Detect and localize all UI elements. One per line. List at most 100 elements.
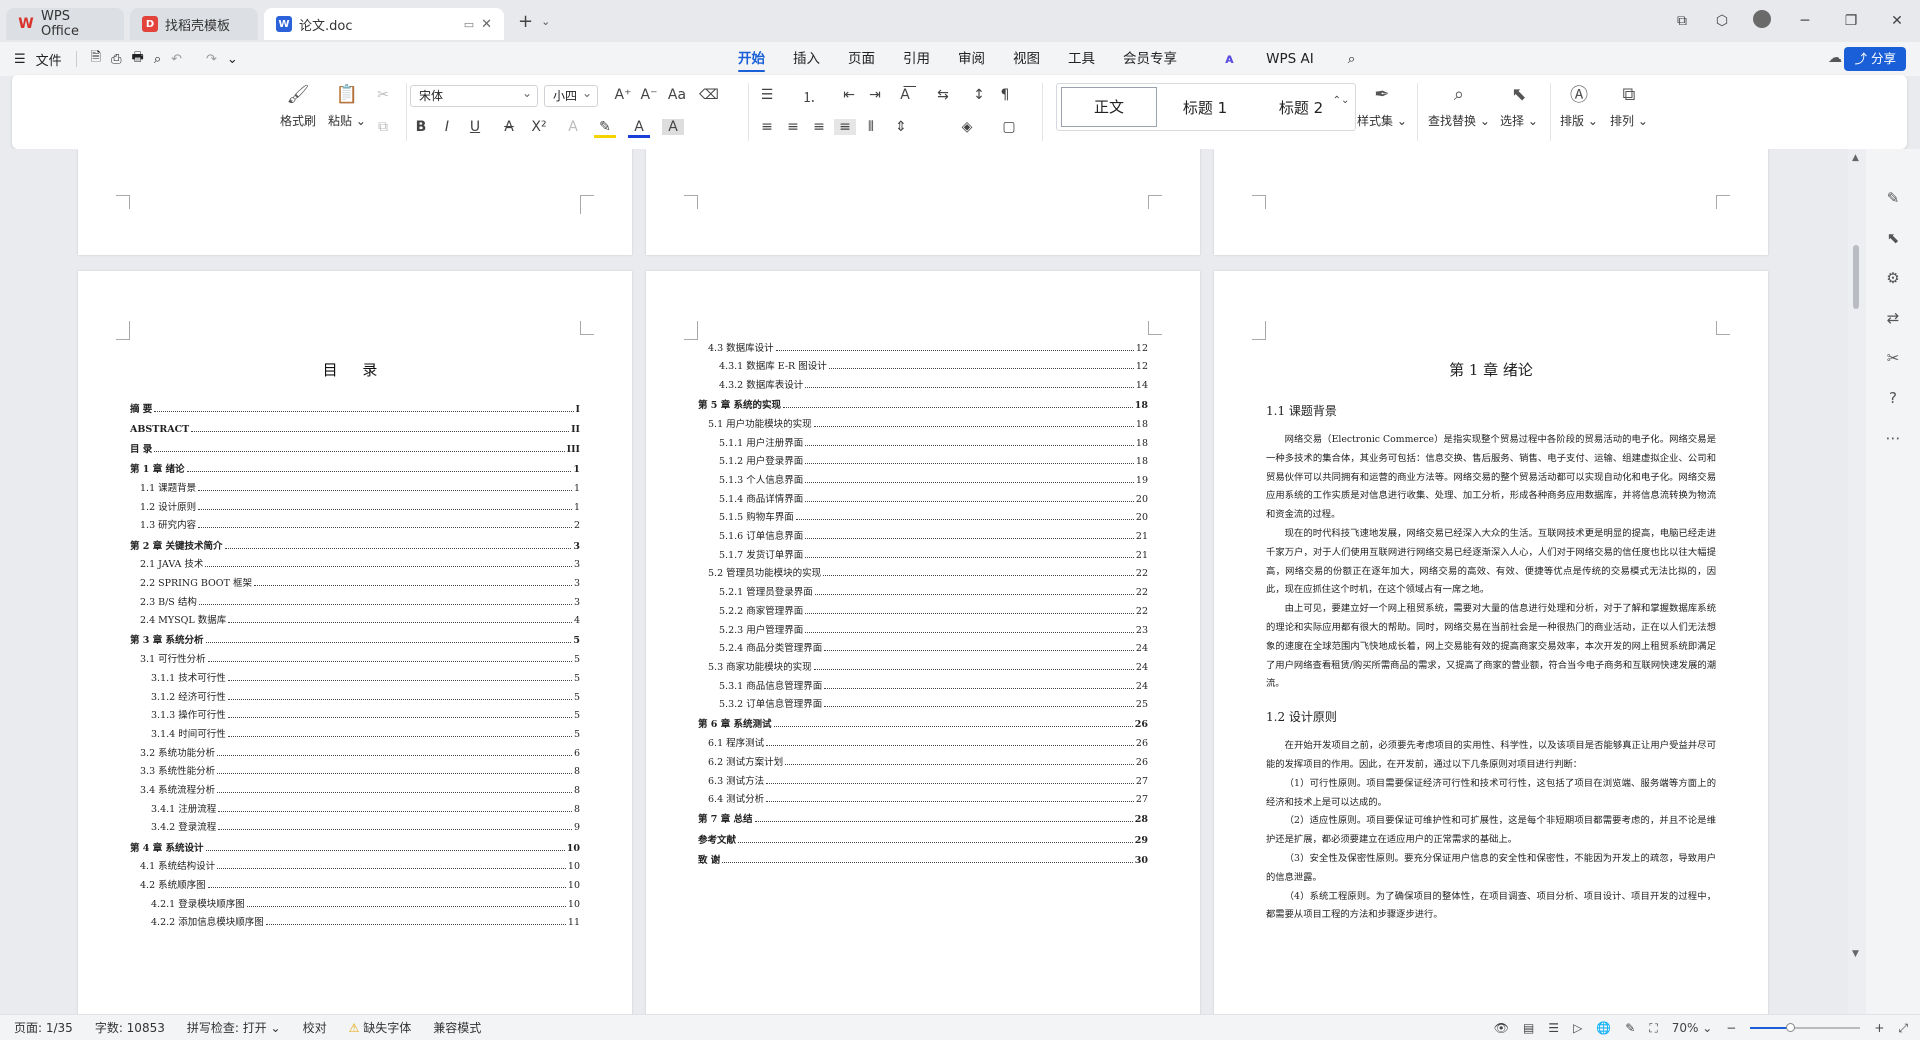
print-preview-icon[interactable]: ⌕ [154,52,161,67]
toc-entry[interactable]: 1.1 课题背景 1 [130,475,580,494]
underline-icon[interactable]: U [464,119,486,135]
decrease-indent-icon[interactable]: ⇤ [838,87,860,103]
align-left-icon[interactable]: ≡ [756,119,778,135]
tab-insert[interactable]: 插入 [779,42,834,76]
toc-entry[interactable]: 4.2 系统顺序图 10 [130,872,580,891]
toc-entry[interactable]: 5.2.2 商家管理界面 22 [698,598,1148,617]
border-icon[interactable]: ▢ [998,119,1020,135]
close-tab-icon[interactable]: ✕ [481,17,492,32]
chinese-layout-icon[interactable]: A͞ [894,87,916,103]
restore-icon[interactable]: ❐ [1828,13,1874,29]
increase-indent-icon[interactable]: ⇥ [864,87,886,103]
paste-button[interactable]: 📋 粘贴 ⌄ [328,81,366,129]
export-pdf-icon[interactable]: ⎙ [111,52,121,67]
text-direction-icon[interactable]: ⇆ [932,87,954,103]
toc-entry[interactable]: 3.1.3 操作可行性 5 [130,703,580,721]
outline-view-icon[interactable]: ☰ [1548,1021,1559,1035]
toc-entry[interactable]: 3.1 可行性分析 5 [130,646,580,665]
toc-entry[interactable]: 5.2.4 商品分类管理界面 24 [698,636,1148,654]
minimize-icon[interactable]: ─ [1782,13,1828,29]
toc-entry[interactable]: 3.2 系统功能分析 6 [130,740,580,759]
tools-icon[interactable]: ✂ [1887,349,1900,367]
word-count[interactable]: 字数: 10853 [95,1019,165,1036]
save-icon[interactable]: 🗎 [91,48,101,70]
missing-font[interactable]: ⚠ 缺失字体 [349,1019,412,1036]
bold-icon[interactable]: B [410,119,432,135]
page-count[interactable]: 页面: 1/35 [14,1019,73,1036]
cube-icon[interactable]: ⬡ [1702,13,1742,29]
cut-icon[interactable]: ✂ [372,87,394,103]
toc-entry[interactable]: 1.3 研究内容 2 [130,513,580,531]
toc-entry[interactable]: 第 1 章 绪论 1 [130,457,580,475]
new-tab-icon[interactable]: + [518,11,533,32]
justify-icon[interactable]: ≡ [834,119,856,135]
toc-entry[interactable]: 2.2 SPRING BOOT 框架 3 [130,570,580,589]
shrink-font-icon[interactable]: A⁻ [638,87,660,103]
char-shading-icon[interactable]: A [662,119,684,135]
arrange-button[interactable]: ⧉ 排列 ⌄ [1610,81,1648,129]
web-view-icon[interactable]: 🌐 [1596,1021,1611,1035]
page-view-icon[interactable]: ▤ [1523,1021,1534,1035]
toc-entry[interactable]: 4.1 系统结构设计 10 [130,854,580,872]
eye-icon[interactable]: 👁 [1494,1021,1509,1035]
document-workspace[interactable]: 目 录 摘 要 I ABSTRACT II 目 录 III 第 1 章 绪论 1 1.1 课题背… [0,149,1866,1014]
format-painter-button[interactable]: 🖌 格式刷 [280,81,316,129]
highlight-icon[interactable]: ✎ [594,119,616,138]
toc-entry[interactable]: 3.1.1 技术可行性 5 [130,665,580,684]
scrollbar-thumb[interactable] [1853,245,1859,309]
toc-entry[interactable]: 5.1.4 商品详情界面 20 [698,486,1148,505]
tab-review[interactable]: 审阅 [944,42,999,76]
chevron-down-icon[interactable]: ⌄ [541,15,550,28]
scroll-down-icon[interactable]: ▼ [1852,949,1859,959]
toc-entry[interactable]: 6.2 测试方案计划 26 [698,749,1148,768]
sort-icon[interactable]: ↕ [968,87,990,103]
undo-icon[interactable]: ↶ [171,52,182,67]
font-name-select[interactable]: 宋体 [410,83,538,107]
toc-entry[interactable]: 5.2 管理员功能模块的实现 22 [698,561,1148,579]
toc-entry[interactable]: 4.3.2 数据库表设计 14 [698,372,1148,391]
file-menu[interactable]: 文件 [36,50,62,69]
toc-entry[interactable]: 5.2.1 管理员登录界面 22 [698,579,1148,598]
style-set-button[interactable]: ✒ 样式集 ⌄ [1357,81,1407,129]
toc-entry[interactable]: 第 6 章 系统测试 26 [698,712,1148,730]
toc-entry[interactable]: 5.1.5 购物车界面 20 [698,505,1148,523]
toc-entry[interactable]: 5.3.1 商品信息管理界面 24 [698,673,1148,692]
shading-icon[interactable]: ◈ [956,119,978,135]
toc-entry[interactable]: 3.4.1 注册流程 8 [130,796,580,815]
text-effect-icon[interactable]: A [562,119,584,135]
fullscreen-icon[interactable]: ⤢ [1898,1021,1908,1036]
tab-page[interactable]: 页面 [834,42,889,76]
tab-tools[interactable]: 工具 [1054,42,1109,76]
toc-entry[interactable]: ABSTRACT II [130,416,580,435]
toc-entry[interactable]: 3.3 系统性能分析 8 [130,759,580,777]
tab-wps-office[interactable]: W WPS Office [6,8,124,40]
line-spacing-icon[interactable]: ⇕ [890,119,912,135]
bullet-list-icon[interactable]: ☰ [756,87,778,103]
font-color-icon[interactable]: A [628,119,650,138]
toc-entry[interactable]: 5.1.7 发货订单界面 21 [698,542,1148,561]
print-icon[interactable]: 🖶 [132,48,144,70]
share-button[interactable]: ⤴ 分享 [1844,47,1906,71]
vertical-scrollbar[interactable]: ▲ ▼ [1848,149,1866,1014]
window-layout-icon[interactable]: ⧉ [1662,13,1702,29]
toc-entry[interactable]: 参考文献 29 [698,827,1148,846]
avatar[interactable] [1742,10,1782,32]
zoom-slider[interactable] [1750,1023,1861,1032]
distribute-icon[interactable]: ⫴ [860,119,882,135]
tab-docer-templates[interactable]: D 找稻壳模板 [130,8,258,40]
style-heading-1[interactable]: 标题 1 [1157,97,1253,118]
toc-entry[interactable]: 目 录 III [130,436,580,455]
toc-entry[interactable]: 第 4 章 系统设计 10 [130,835,580,854]
pen-icon[interactable]: ✎ [1887,189,1900,207]
italic-icon[interactable]: I [436,119,458,135]
redo-icon[interactable]: ↷ [206,52,217,67]
help-icon[interactable]: ? [1889,389,1897,407]
toc-entry[interactable]: 3.4 系统流程分析 8 [130,777,580,796]
toc-entry[interactable]: 3.1.4 时间可行性 5 [130,721,580,740]
zoom-in-icon[interactable]: + [1874,1021,1884,1035]
close-window-icon[interactable]: ✕ [1874,13,1920,29]
copy-icon[interactable]: ⧉ [372,119,394,135]
grow-font-icon[interactable]: A⁺ [612,87,634,103]
toc-entry[interactable]: 4.2.2 添加信息模块顺序图 11 [130,910,580,928]
tab-view[interactable]: 视图 [999,42,1054,76]
